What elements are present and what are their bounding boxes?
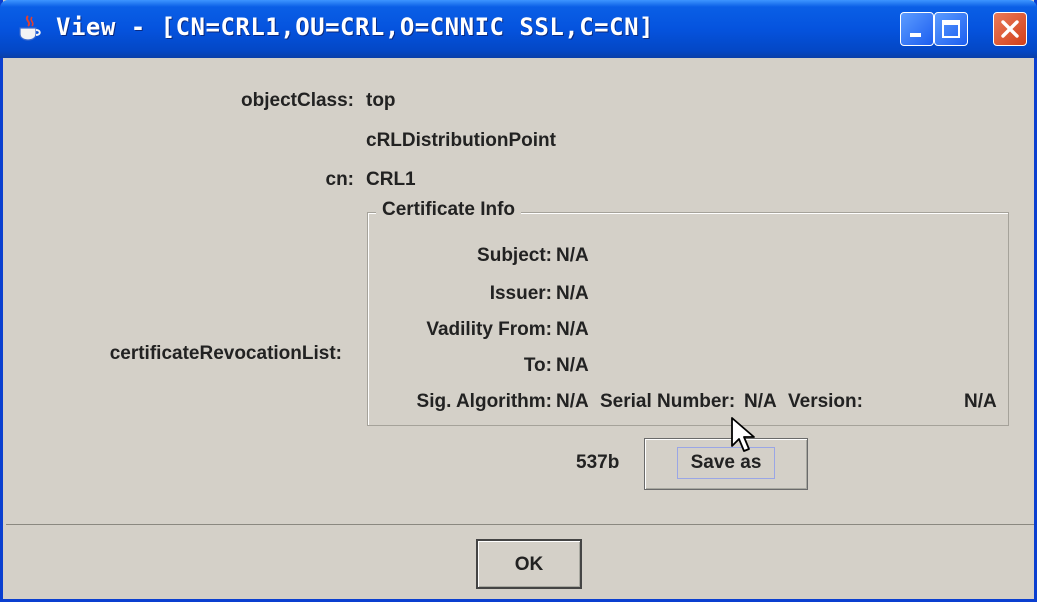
mouse-pointer-icon [731,417,755,452]
dialog-footer: OK [6,525,1034,599]
save-as-button[interactable]: Save as [644,438,808,490]
save-as-label: Save as [677,447,775,479]
serial-number-label: Serial Number: [600,391,736,412]
subject-label: Subject: [477,245,552,266]
crl-size: 537b [576,452,620,473]
valid-from-label: Vadility From: [426,319,552,340]
cn-label: cn: [325,169,355,190]
minimize-button[interactable] [900,12,934,46]
view-dialog: View - [CN=CRL1,OU=CRL,O=CNNIC SSL,C=CN]… [0,0,1037,602]
certificate-info-legend: Certificate Info [376,199,522,221]
issuer-label: Issuer: [489,283,552,304]
minimize-icon [910,33,921,37]
objectclass-value-crl-distribution: cRLDistributionPoint [366,130,556,151]
valid-to-label: To: [523,355,552,376]
attribute-panel: objectClass: top cRLDistributionPoint cn… [6,58,1034,525]
close-button[interactable] [993,12,1027,46]
valid-to-value: N/A [556,355,589,376]
maximize-button[interactable] [934,12,968,46]
crl-label: certificateRevocationList: [109,343,342,364]
close-icon [1001,20,1019,38]
serial-number-value: N/A [744,391,777,412]
title-bar[interactable]: View - [CN=CRL1,OU=CRL,O=CNNIC SSL,C=CN] [0,0,1037,58]
java-cup-icon [19,15,41,41]
certificate-info-group: Certificate Info Subject: N/A Issuer: N/… [367,199,1009,426]
version-value: N/A [964,391,997,412]
ok-button[interactable]: OK [476,539,582,589]
cn-value: CRL1 [366,169,416,190]
valid-from-value: N/A [556,319,589,340]
subject-value: N/A [556,245,589,266]
sig-algorithm-value: N/A [556,391,589,412]
maximize-icon [942,20,960,38]
window-title: View - [CN=CRL1,OU=CRL,O=CNNIC SSL,C=CN] [56,13,654,41]
sig-algorithm-label: Sig. Algorithm: [416,391,552,412]
objectclass-value-top: top [366,90,396,111]
version-label: Version: [788,391,863,412]
objectclass-label: objectClass: [241,90,354,111]
issuer-value: N/A [556,283,589,304]
